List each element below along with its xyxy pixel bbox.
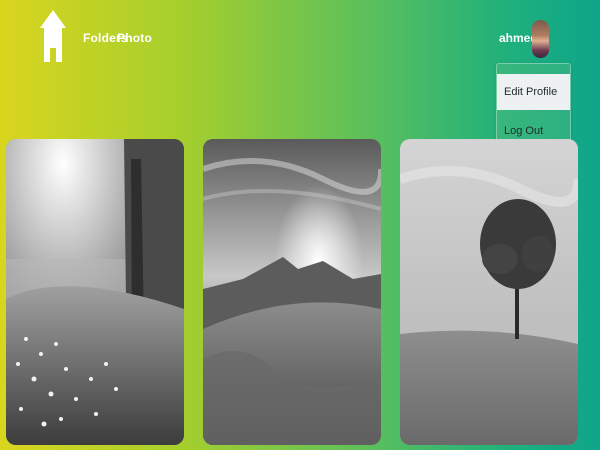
nav-link-photo[interactable]: Photo — [117, 31, 152, 45]
forest-photo — [6, 139, 184, 445]
navbar: Folders Photo ahmed▾ — [0, 0, 600, 70]
mountain-photo — [203, 139, 381, 445]
avatar[interactable] — [532, 20, 549, 58]
tree-photo — [400, 139, 578, 445]
menu-item-edit-profile[interactable]: Edit Profile — [497, 74, 570, 110]
house-icon[interactable] — [40, 10, 66, 62]
photo-card-mountains[interactable] — [203, 139, 381, 445]
photo-card-forest[interactable] — [6, 139, 184, 445]
photo-card-tree[interactable] — [400, 139, 578, 445]
